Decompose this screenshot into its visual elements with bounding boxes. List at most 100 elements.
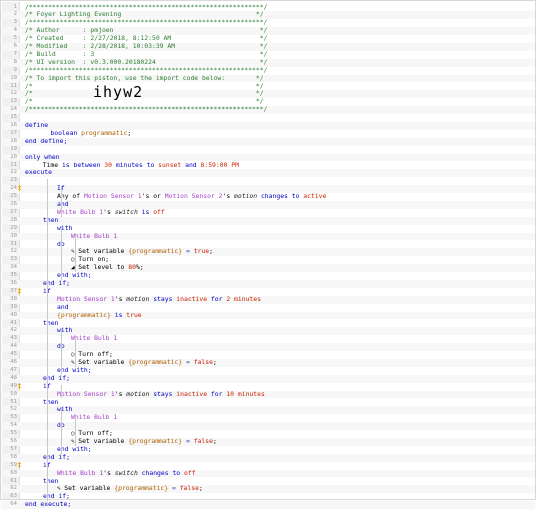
line-number: 58 bbox=[10, 453, 17, 460]
piston-code-view: 1 /**************************************… bbox=[0, 0, 536, 509]
line-number: 28 bbox=[10, 216, 17, 223]
line-number: 19 bbox=[10, 145, 17, 152]
code-line[interactable]: 64 end execute; bbox=[1, 500, 535, 509]
condition-marker-icon[interactable]: ‡ bbox=[17, 184, 22, 193]
code-line[interactable]: 21 Time is between 30 minutes to sunset … bbox=[1, 160, 535, 170]
code-line[interactable]: 38 Motion Sensor 1's motion stays inactiv… bbox=[1, 295, 535, 304]
condition-marker-icon[interactable]: ‡ bbox=[17, 382, 22, 391]
code-token: then bbox=[43, 318, 59, 327]
code-token: motion bbox=[126, 389, 150, 398]
code-token: changes to bbox=[137, 468, 184, 477]
line-code: ✎ Set variable {programmatic} = false; bbox=[57, 484, 203, 493]
code-token: end with; bbox=[57, 365, 92, 374]
block-nesting-bar bbox=[75, 337, 76, 367]
code-token: end execute; bbox=[25, 500, 72, 509]
code-token: off bbox=[153, 207, 165, 216]
code-token: minutes bbox=[111, 160, 147, 169]
code-token: end with; bbox=[57, 271, 92, 280]
code-line[interactable]: 25 Any of Motion Sensor 1's or Motion Sen… bbox=[1, 192, 535, 201]
line-code: Time is between 30 minutes to sunset and… bbox=[35, 160, 239, 170]
code-line[interactable]: 15 bbox=[1, 114, 535, 122]
line-number: 42 bbox=[10, 327, 17, 334]
code-line[interactable]: 14 /*************************************… bbox=[1, 105, 535, 115]
code-token: White Bulb 1 bbox=[57, 468, 104, 477]
code-token: Turn off; bbox=[78, 350, 113, 359]
code-token: Turn on; bbox=[78, 255, 110, 264]
line-number: 32 bbox=[10, 248, 17, 255]
code-line[interactable]: 58 end if; bbox=[1, 453, 535, 462]
line-number: 26 bbox=[10, 201, 17, 207]
code-line[interactable]: 53 White Bulb 1 bbox=[1, 413, 535, 422]
line-number: 34 bbox=[10, 264, 17, 271]
code-token: then bbox=[43, 476, 59, 485]
code-line[interactable]: 57 end with; bbox=[1, 444, 535, 454]
code-token: is between bbox=[61, 160, 105, 169]
code-token: Turn off; bbox=[78, 429, 113, 438]
line-number: 48 bbox=[10, 374, 17, 381]
code-line[interactable]: 22 execute bbox=[1, 168, 535, 178]
code-line[interactable]: 27 White Bulb 1's switch is off bbox=[1, 207, 535, 217]
code-line[interactable]: 17 boolean programmatic; bbox=[1, 128, 535, 138]
code-token: ; bbox=[127, 128, 132, 137]
code-line[interactable]: 60 White Bulb 1's switch changes to off bbox=[1, 468, 535, 478]
line-code: White Bulb 1 bbox=[71, 413, 117, 422]
line-number: 30 bbox=[10, 232, 17, 239]
code-token: = bbox=[182, 247, 194, 256]
code-line[interactable]: 51 then bbox=[1, 397, 535, 407]
line-number: 57 bbox=[10, 445, 17, 452]
block-nesting-bar bbox=[61, 226, 62, 280]
code-line[interactable]: 43 White Bulb 1 bbox=[1, 334, 535, 343]
code-token: false bbox=[193, 437, 213, 445]
code-token: end with; bbox=[57, 444, 92, 453]
code-token: false bbox=[179, 484, 199, 493]
code-token: ; bbox=[209, 247, 213, 256]
condition-marker-icon[interactable]: ‡ bbox=[17, 287, 22, 296]
code-line[interactable]: 18 end define; bbox=[1, 137, 535, 146]
code-token: switch bbox=[114, 207, 138, 216]
code-line[interactable]: 48 end if; bbox=[1, 374, 535, 383]
line-number: 37 bbox=[10, 287, 17, 294]
code-token: off bbox=[183, 468, 196, 477]
code-token: White Bulb 1 bbox=[71, 334, 118, 343]
block-nesting-bar bbox=[61, 384, 62, 399]
line-code: Any of Motion Sensor 1's or Motion Senso… bbox=[57, 192, 326, 201]
line-code: White Bulb 1 bbox=[71, 334, 118, 343]
code-line[interactable]: 50 Motion Sensor 1's motion stays inactiv… bbox=[1, 389, 535, 399]
code-line[interactable]: 63 end if; bbox=[1, 492, 535, 501]
line-number: 21 bbox=[10, 161, 17, 168]
line-number: 31 bbox=[10, 240, 17, 247]
line-number: 62 bbox=[10, 485, 17, 492]
code-token: 8:59:00 PM bbox=[200, 160, 239, 169]
line-number: 5 bbox=[13, 35, 17, 42]
block-nesting-bar bbox=[61, 187, 62, 217]
code-line[interactable]: 28 then bbox=[1, 216, 535, 225]
code-line[interactable]: 36 end if; bbox=[1, 279, 535, 288]
code-token: = bbox=[182, 437, 194, 445]
line-number: 43 bbox=[10, 335, 17, 342]
code-line[interactable]: 23 bbox=[1, 177, 535, 185]
code-line[interactable]: 62 ✎ Set variable {programmatic} = false; bbox=[1, 484, 535, 494]
code-token: Motion Sensor 1 bbox=[57, 389, 115, 398]
code-line[interactable]: 19 bbox=[1, 146, 535, 154]
code-token: 30 bbox=[104, 160, 112, 169]
line-number: 20 bbox=[10, 153, 17, 160]
code-token: then bbox=[43, 397, 59, 406]
code-line[interactable]: 47 end with; bbox=[1, 365, 535, 375]
code-token: for bbox=[207, 389, 227, 398]
line-number: 55 bbox=[10, 430, 17, 437]
code-token: = bbox=[168, 484, 180, 493]
code-token: sunset bbox=[158, 160, 182, 169]
import-code: ihyw2 bbox=[93, 83, 144, 101]
code-line[interactable]: 40 {programmatic} is true bbox=[1, 311, 535, 320]
code-line[interactable]: 35 end with; bbox=[1, 271, 535, 280]
code-token: changes to bbox=[257, 192, 304, 201]
block-nesting-bar bbox=[75, 416, 76, 446]
block-nesting-bar bbox=[75, 234, 76, 273]
code-token: with bbox=[57, 223, 73, 232]
code-token: true bbox=[193, 247, 210, 256]
condition-marker-icon[interactable]: ‡ bbox=[17, 461, 22, 470]
code-line[interactable]: 41 then bbox=[1, 318, 535, 328]
block-nesting-bar bbox=[47, 463, 48, 494]
code-token: programmatic bbox=[81, 128, 128, 137]
code-line[interactable]: 30 White Bulb 1 bbox=[1, 232, 535, 241]
